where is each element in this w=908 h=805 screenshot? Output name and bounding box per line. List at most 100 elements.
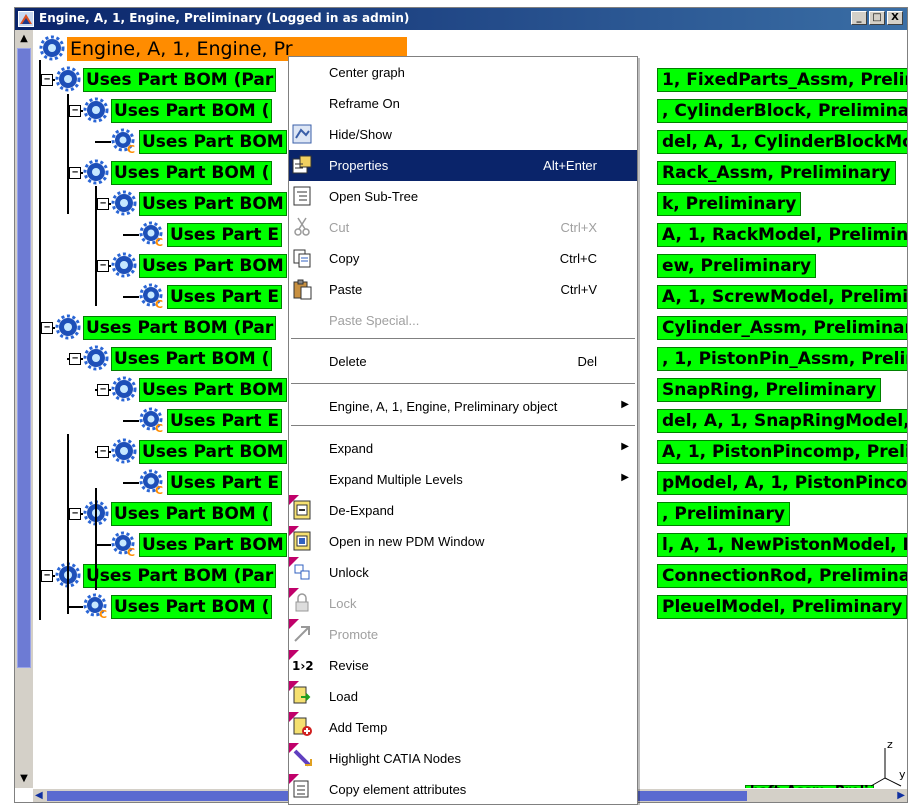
menu-item-expand[interactable]: Expand ▶ [289,433,637,464]
tree-node-label[interactable]: Uses Part BOM (Par [83,564,277,588]
tree-node-label-tail[interactable]: ew, Preliminary [657,254,817,278]
svg-text:C: C [127,143,135,154]
tree-node-label[interactable]: Uses Part BOM ( [111,347,273,371]
tree-node-label[interactable]: Uses Part E [167,285,283,309]
collapse-toggle-icon[interactable]: − [69,105,81,117]
tree-node-label-tail[interactable]: , CylinderBlock, Preliminary [657,99,907,123]
tree-node-label-tail[interactable]: Rack_Assm, Preliminary [657,161,896,185]
menu-item-cut[interactable]: Cut Ctrl+X [289,212,637,243]
collapse-toggle-icon[interactable]: − [97,198,109,210]
menu-item-reframe-on[interactable]: Reframe On [289,88,637,119]
tree-node-label[interactable]: Uses Part BOM [139,254,287,278]
tree-node-label-tail[interactable]: , 1, PistonPin_Assm, Prelimi [657,347,907,371]
menu-item-copy-element-attributes[interactable]: Copy element attributes [289,774,637,805]
menu-item-label: Paste Special... [329,313,420,328]
scroll-up-arrow-icon[interactable]: ▲ [17,32,31,46]
pink-corner-marker [289,495,299,505]
menu-item-engine-a-1-engine-preliminary-object[interactable]: Engine, A, 1, Engine, Preliminary object… [289,391,637,422]
collapse-toggle-icon[interactable]: − [97,260,109,272]
collapse-toggle-icon[interactable]: − [69,508,81,520]
tree-node-label-tail[interactable]: A, 1, ScrewModel, Prelimina [657,285,907,309]
tree-node-label-tail[interactable]: 1, FixedParts_Assm, Prelimi [657,68,907,92]
collapse-toggle-icon[interactable]: − [69,353,81,365]
maximize-button[interactable]: □ [869,11,885,25]
tree-node-label[interactable]: Uses Part BOM [139,440,287,464]
tree-node-label-tail[interactable]: l, A, 1, NewPistonModel, Pre [657,533,907,557]
menu-item-promote[interactable]: Promote [289,619,637,650]
tree-node-label-tail[interactable]: Cylinder_Assm, Preliminary [657,316,907,340]
tree-node-label[interactable]: Uses Part BOM (Par [83,68,277,92]
vertical-scroll-thumb[interactable] [17,48,31,668]
tree-node-label-tail[interactable]: del, A, 1, CylinderBlockMode [657,130,907,154]
properties-icon [291,154,313,176]
menu-item-shortcut: Ctrl+V [560,282,597,297]
collapse-toggle-icon[interactable]: − [41,322,53,334]
menu-item-load[interactable]: Load [289,681,637,712]
tree-node-label-tail[interactable]: pModel, A, 1, PistonPincomp [657,471,907,495]
svg-text:C: C [155,236,163,247]
tree-node-label[interactable]: Uses Part BOM [139,378,287,402]
tree-node-label[interactable]: Uses Part BOM ( [111,595,273,619]
menu-item-de-expand[interactable]: De-Expand [289,495,637,526]
menu-item-expand-multiple-levels[interactable]: Expand Multiple Levels ▶ [289,464,637,495]
collapse-toggle-icon[interactable]: − [41,74,53,86]
close-button[interactable]: X [887,11,903,25]
menu-item-shortcut: Ctrl+C [559,251,597,266]
menu-item-lock[interactable]: Lock [289,588,637,619]
menu-item-add-temp[interactable]: Add Temp [289,712,637,743]
menu-item-label: Expand Multiple Levels [329,472,463,487]
title-bar[interactable]: Engine, A, 1, Engine, Preliminary (Logge… [15,8,907,30]
tree-node-label-tail[interactable]: A, 1, RackModel, Preliminary [657,223,907,247]
tree-connector [67,606,83,608]
menu-item-paste-special[interactable]: Paste Special... [289,305,637,336]
menu-item-label: Copy element attributes [329,782,467,797]
menu-item-label: Hide/Show [329,127,392,142]
menu-item-revise[interactable]: 1›2 Revise [289,650,637,681]
scroll-left-arrow-icon[interactable]: ◀ [35,789,43,802]
tree-node-label[interactable]: Uses Part BOM [139,533,287,557]
tree-node-label-tail[interactable]: del, A, 1, SnapRingModel, Pr [657,409,907,433]
tree-node-label-tail[interactable]: PleuelModel, Preliminary [657,595,907,619]
menu-item-properties[interactable]: Properties Alt+Enter [289,150,637,181]
menu-separator [291,383,635,385]
minimize-button[interactable]: _ [851,11,867,25]
pink-corner-marker [289,557,299,567]
collapse-toggle-icon[interactable]: − [97,384,109,396]
menu-item-label: Reframe On [329,96,400,111]
scroll-down-arrow-icon[interactable]: ▼ [17,772,31,786]
menu-item-open-sub-tree[interactable]: Open Sub-Tree [289,181,637,212]
submenu-arrow-icon: ▶ [621,472,629,483]
vertical-scrollbar[interactable]: ▲ ▼ [15,30,33,788]
tree-node-label-tail[interactable]: , Preliminary [657,502,790,526]
tree-node-label[interactable]: Uses Part BOM [139,130,287,154]
tree-node-label-tail[interactable]: ConnectionRod, Preliminary [657,564,907,588]
tree-node-label[interactable]: Uses Part BOM ( [111,502,273,526]
menu-item-hide-show[interactable]: Hide/Show [289,119,637,150]
tree-node-label[interactable]: Uses Part E [167,471,283,495]
tree-node-label[interactable]: Uses Part E [167,409,283,433]
gear-model-icon: C [83,593,109,619]
menu-item-open-in-new-pdm-window[interactable]: Open in new PDM Window [289,526,637,557]
tree-node-label[interactable]: Uses Part BOM [139,192,287,216]
tree-node-label[interactable]: Uses Part BOM ( [111,99,273,123]
menu-item-unlock[interactable]: Unlock [289,557,637,588]
collapse-toggle-icon[interactable]: − [69,167,81,179]
menu-item-highlight-catia-nodes[interactable]: Highlight CATIA Nodes [289,743,637,774]
svg-text:C: C [155,484,163,495]
gear-icon [39,35,65,61]
collapse-toggle-icon[interactable]: − [41,570,53,582]
tree-node-label-tail[interactable]: k, Preliminary [657,192,802,216]
menu-item-delete[interactable]: Delete Del [289,346,637,377]
scissors-icon [291,216,313,238]
menu-item-paste[interactable]: Paste Ctrl+V [289,274,637,305]
menu-item-copy[interactable]: Copy Ctrl+C [289,243,637,274]
tree-node-label-tail[interactable]: SnapRing, Preliminary [657,378,882,402]
menu-item-center-graph[interactable]: Center graph [289,57,637,88]
scroll-right-arrow-icon[interactable]: ▶ [897,789,905,802]
tree-node-label-tail[interactable]: A, 1, PistonPincomp, Prelimi [657,440,907,464]
window-controls: _ □ X [849,11,903,27]
collapse-toggle-icon[interactable]: − [97,446,109,458]
tree-node-label[interactable]: Uses Part E [167,223,283,247]
tree-node-label[interactable]: Uses Part BOM (Par [83,316,277,340]
tree-node-label[interactable]: Uses Part BOM ( [111,161,273,185]
